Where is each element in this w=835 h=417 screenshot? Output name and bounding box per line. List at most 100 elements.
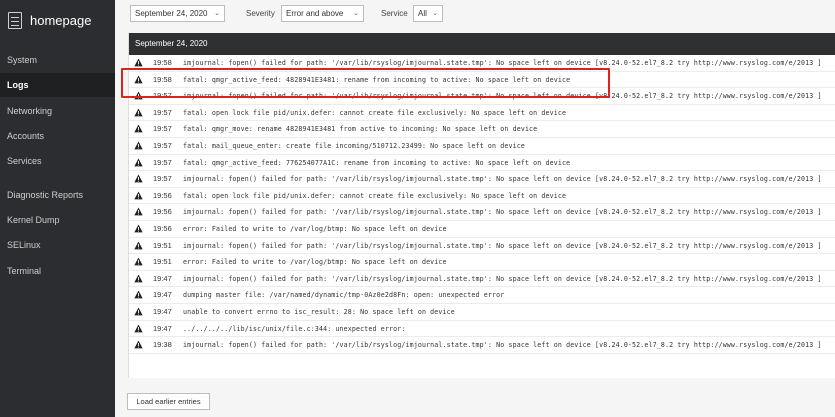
log-entry-time: 19:57 xyxy=(153,91,172,101)
log-entry-message: dumping master file: /var/named/dynamic/… xyxy=(183,291,505,300)
log-filter-toolbar: September 24, 2020 ⌄ Severity Error and … xyxy=(115,0,835,28)
log-entry-time: 19:47 xyxy=(153,307,172,316)
sidebar-item-diagnostic-reports[interactable]: Diagnostic Reports xyxy=(0,183,115,207)
warning-icon xyxy=(134,58,143,67)
log-entry-row[interactable]: 19:57 fatal: qmgr_move: rename 4828941E34… xyxy=(129,121,835,138)
chevron-down-icon: ⌄ xyxy=(214,10,220,17)
log-entry-row[interactable]: 19:51 error: Failed to write to /var/log/… xyxy=(129,254,835,271)
log-entry-message: fatal: open lock file pid/unix.defer: ca… xyxy=(183,191,567,200)
warning-icon xyxy=(134,191,143,200)
log-entry-time: 19:58 xyxy=(153,58,172,67)
log-entry-message: error: Failed to write to /var/log/btmp:… xyxy=(183,258,447,267)
log-entry-message: imjournal: fopen() failed for path: '/va… xyxy=(183,59,822,67)
log-entry-row[interactable]: 19:56 error: Failed to write to /var/log/… xyxy=(129,221,835,238)
warning-icon xyxy=(134,241,143,249)
sidebar-item-kernel-dump[interactable]: Kernel Dump xyxy=(0,208,115,232)
log-entry-time: 19:51 xyxy=(153,257,172,267)
chevron-down-icon: ⌄ xyxy=(353,10,359,17)
warning-icon xyxy=(134,257,143,266)
log-entry-row[interactable]: 19:47 unable to convert errno to isc_resu… xyxy=(129,304,835,321)
log-entry-row[interactable]: 19:38 imjournal: fopen() failed for path:… xyxy=(129,337,835,354)
log-entry-message: imjournal: fopen() failed for path: '/va… xyxy=(183,341,822,350)
sidebar-item-logs[interactable]: Logs xyxy=(0,73,115,97)
load-earlier-entries-button[interactable]: Load earlier entries xyxy=(127,393,210,410)
log-entry-time: 19:57 xyxy=(153,141,172,150)
log-entry-message: unable to convert errno to isc_result: 2… xyxy=(183,308,455,316)
sidebar: homepage System Logs Networking Accounts… xyxy=(0,0,115,417)
log-entry-row[interactable]: 19:58 fatal: qmgr_active_feed: 4828941E34… xyxy=(129,72,835,89)
log-entry-time: 19:58 xyxy=(153,74,172,84)
log-entry-time: 19:38 xyxy=(153,340,172,350)
log-entry-time: 19:56 xyxy=(153,190,172,200)
date-value: September 24, 2020 xyxy=(135,9,208,18)
log-entry-message: fatal: qmgr_active_feed: 776254077A1C: r… xyxy=(183,158,571,167)
brand[interactable]: homepage xyxy=(0,0,115,40)
log-entry-time: 19:57 xyxy=(153,124,172,134)
sidebar-item-terminal[interactable]: Terminal xyxy=(0,259,115,283)
log-entry-row[interactable]: 19:47 imjournal: fopen() failed for path:… xyxy=(129,271,835,288)
log-entry-time: 19:57 xyxy=(153,107,172,117)
server-icon xyxy=(8,11,22,29)
sidebar-item-services[interactable]: Services xyxy=(0,149,115,173)
warning-icon xyxy=(134,290,143,299)
log-panel: September 24, 2020 19:58 imjournal: fopen… xyxy=(128,33,835,378)
log-entry-message: imjournal: fopen() failed for path: '/va… xyxy=(183,241,822,250)
log-entry-time: 19:47 xyxy=(153,290,172,300)
service-value: All xyxy=(418,9,427,18)
warning-icon xyxy=(134,307,143,316)
log-entry-row[interactable]: 19:56 imjournal: fopen() failed for path:… xyxy=(129,204,835,221)
severity-value: Error and above xyxy=(286,9,344,18)
log-entry-row[interactable]: 19:47 dumping master file: /var/named/dyn… xyxy=(129,287,835,304)
warning-icon xyxy=(134,340,143,349)
log-entry-row[interactable]: 19:57 imjournal: fopen() failed for path:… xyxy=(129,171,835,188)
warning-icon xyxy=(134,224,143,233)
log-entry-message: fatal: mail_queue_enter: create file inc… xyxy=(183,142,525,150)
warning-icon xyxy=(134,274,143,283)
log-entry-row[interactable]: 19:57 fatal: mail_queue_enter: create fil… xyxy=(129,138,835,155)
log-entry-row[interactable]: 19:47 ../../../../lib/isc/unix/file.c:344… xyxy=(129,321,835,338)
log-entry-message: ../../../../lib/isc/unix/file.c:344: une… xyxy=(183,324,406,333)
log-entry-time: 19:56 xyxy=(153,224,172,233)
sidebar-item-networking[interactable]: Networking xyxy=(0,99,115,123)
log-entry-message: imjournal: fopen() failed for path: '/va… xyxy=(183,208,822,217)
log-entry-time: 19:47 xyxy=(153,323,172,333)
log-entry-row[interactable]: 19:57 fatal: qmgr_active_feed: 776254077A… xyxy=(129,155,835,172)
severity-label: Severity xyxy=(246,9,275,18)
warning-icon xyxy=(134,108,143,117)
warning-icon xyxy=(134,91,143,100)
warning-icon xyxy=(134,207,143,216)
sidebar-item-accounts[interactable]: Accounts xyxy=(0,124,115,148)
brand-title: homepage xyxy=(30,12,92,28)
log-entry-time: 19:57 xyxy=(153,174,172,184)
log-date-header: September 24, 2020 xyxy=(129,33,835,55)
log-entry-row[interactable]: 19:57 fatal: open lock file pid/unix.defe… xyxy=(129,105,835,122)
log-entry-row[interactable]: 19:57 imjournal: fopen() failed for path:… xyxy=(129,88,835,105)
service-label: Service xyxy=(381,9,408,18)
date-dropdown[interactable]: September 24, 2020 ⌄ xyxy=(130,5,225,22)
log-entry-message: imjournal: fopen() failed for path: '/va… xyxy=(183,92,822,101)
log-entry-row[interactable]: 19:56 fatal: open lock file pid/unix.defe… xyxy=(129,188,835,205)
warning-icon xyxy=(134,75,143,83)
warning-icon xyxy=(134,324,143,332)
log-entry-row[interactable]: 19:58 imjournal: fopen() failed for path:… xyxy=(129,55,835,72)
log-entry-message: imjournal: fopen() failed for path: '/va… xyxy=(183,175,822,184)
warning-icon xyxy=(134,124,143,133)
severity-dropdown[interactable]: Error and above ⌄ xyxy=(281,5,364,22)
warning-icon xyxy=(134,141,143,150)
log-entry-message: fatal: open lock file pid/unix.defer: ca… xyxy=(183,108,567,117)
service-dropdown[interactable]: All ⌄ xyxy=(413,5,443,22)
log-entry-message: error: Failed to write to /var/log/btmp:… xyxy=(183,225,447,233)
chevron-down-icon: ⌄ xyxy=(432,10,438,17)
log-entry-time: 19:51 xyxy=(153,240,172,250)
log-entry-row[interactable]: 19:51 imjournal: fopen() failed for path:… xyxy=(129,238,835,255)
log-entry-time: 19:57 xyxy=(153,157,172,167)
warning-icon xyxy=(134,158,143,166)
log-entry-message: fatal: qmgr_active_feed: 4828941E3481: r… xyxy=(183,75,571,84)
sidebar-item-selinux[interactable]: SELinux xyxy=(0,233,115,257)
warning-icon xyxy=(134,174,143,183)
log-entry-time: 19:47 xyxy=(153,273,172,283)
log-entry-time: 19:56 xyxy=(153,207,172,217)
log-entry-message: fatal: qmgr_move: rename 4828941E3481 fr… xyxy=(183,125,538,134)
log-entry-message: imjournal: fopen() failed for path: '/va… xyxy=(183,274,822,283)
sidebar-item-system[interactable]: System xyxy=(0,48,115,72)
